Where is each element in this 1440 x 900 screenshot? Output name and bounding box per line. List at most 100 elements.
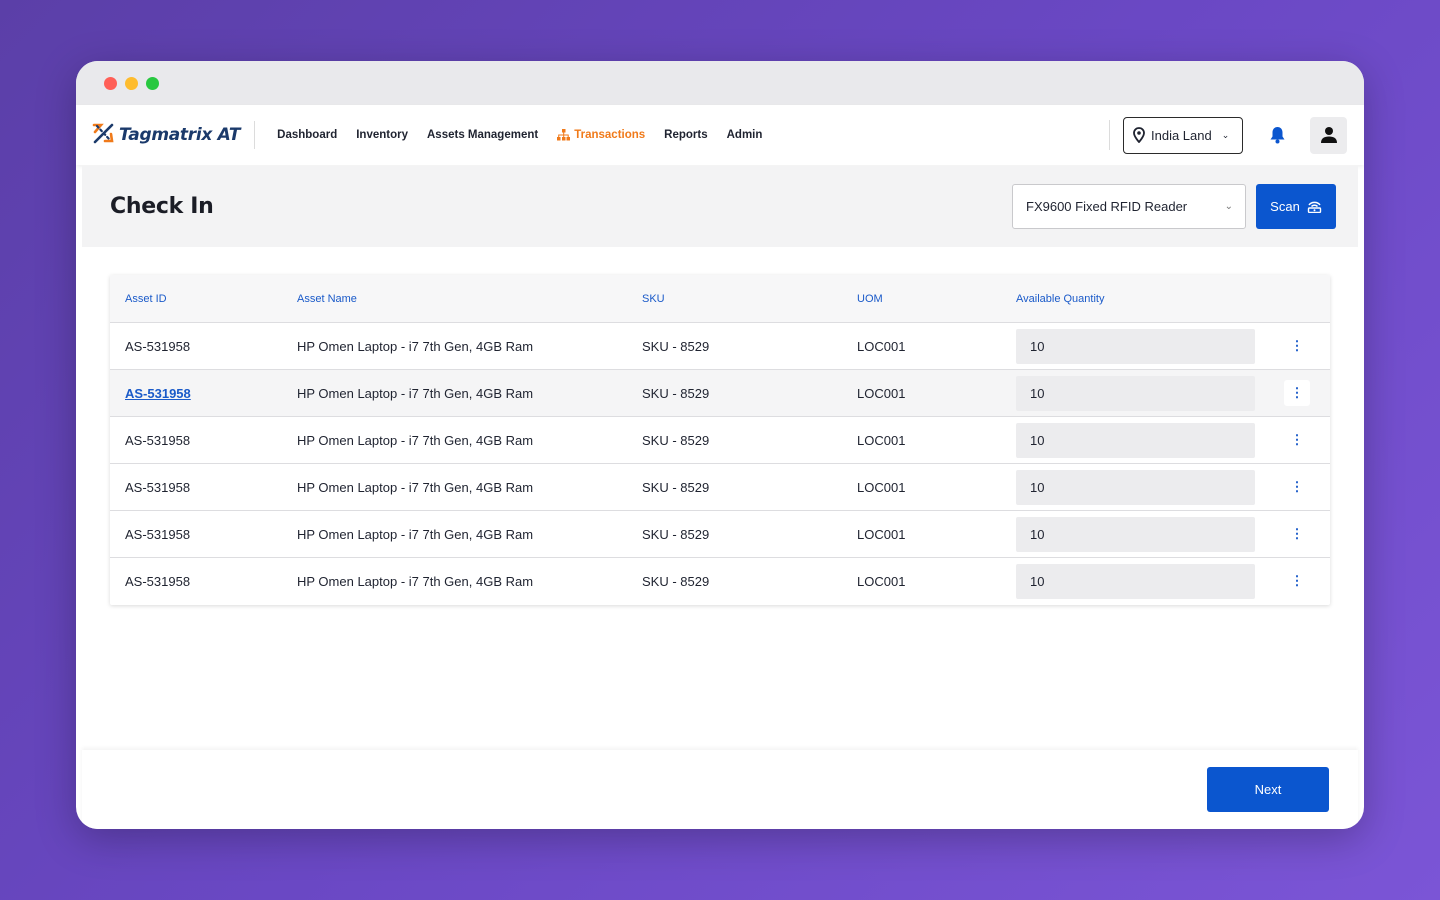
more-options-icon[interactable]: ⋮	[1284, 427, 1310, 453]
asset-name-cell: HP Omen Laptop - i7 7th Gen, 4GB Ram	[297, 385, 534, 401]
logo-text: Tagmatrix AT	[119, 125, 241, 145]
quantity-input[interactable]: 10	[1016, 422, 1255, 458]
maximize-window-button[interactable]	[146, 76, 159, 90]
quantity-input[interactable]: 10	[1016, 563, 1255, 599]
sku-cell: SKU - 8529	[642, 526, 710, 542]
location-selector[interactable]: India Land ⌄	[1123, 116, 1243, 154]
more-options-icon[interactable]: ⋮	[1284, 333, 1310, 359]
quantity-input[interactable]: 10	[1016, 375, 1255, 411]
actions-cell: ⋮	[1264, 521, 1330, 547]
location-label: India Land	[1151, 127, 1212, 143]
uom-cell: LOC001	[857, 432, 906, 448]
asset-id-cell: AS-531958	[125, 432, 191, 448]
page-header: Check In FX9600 Fixed RFID Reader ⌄ Scan	[82, 166, 1358, 247]
logo[interactable]: Tagmatrix AT	[91, 121, 240, 150]
user-avatar-button[interactable]	[1310, 116, 1347, 154]
nav-item-transactions[interactable]: Transactions	[557, 129, 645, 141]
asset-name-cell: HP Omen Laptop - i7 7th Gen, 4GB Ram	[297, 338, 534, 354]
close-window-button[interactable]	[104, 76, 117, 90]
location-pin-icon	[1133, 127, 1145, 143]
actions-cell: ⋮	[1264, 333, 1330, 359]
actions-cell: ⋮	[1264, 380, 1330, 406]
top-navigation: Tagmatrix AT Dashboard Inventory Assets …	[76, 105, 1364, 165]
more-options-icon[interactable]: ⋮	[1284, 474, 1310, 500]
column-header-asset-name[interactable]: Asset Name	[297, 293, 642, 305]
uom-cell: LOC001	[857, 479, 906, 495]
window-titlebar	[76, 61, 1364, 105]
sku-cell: SKU - 8529	[642, 479, 710, 495]
quantity-cell: 10	[1010, 516, 1264, 552]
uom-cell: LOC001	[857, 338, 906, 354]
page-title: Check In	[110, 194, 214, 219]
sku-cell: SKU - 8529	[642, 338, 710, 354]
nav-item-inventory[interactable]: Inventory	[356, 129, 408, 141]
quantity-input[interactable]: 10	[1016, 469, 1255, 505]
sku-cell: SKU - 8529	[642, 385, 710, 401]
quantity-input[interactable]: 10	[1016, 516, 1255, 552]
uom-cell: LOC001	[857, 573, 906, 589]
quantity-cell: 10	[1010, 469, 1264, 505]
more-options-icon[interactable]: ⋮	[1284, 380, 1310, 406]
column-header-uom[interactable]: UOM	[857, 293, 1010, 305]
more-options-icon[interactable]: ⋮	[1284, 568, 1310, 594]
table-row[interactable]: AS-531958 HP Omen Laptop - i7 7th Gen, 4…	[110, 557, 1330, 604]
asset-id-cell: AS-531958	[125, 338, 191, 354]
table-header: Asset ID Asset Name SKU UOM Available Qu…	[110, 275, 1330, 322]
table-row[interactable]: AS-531958 HP Omen Laptop - i7 7th Gen, 4…	[110, 463, 1330, 510]
sku-cell: SKU - 8529	[642, 432, 710, 448]
quantity-cell: 10	[1010, 328, 1264, 364]
table-row[interactable]: AS-531958 HP Omen Laptop - i7 7th Gen, 4…	[110, 369, 1330, 416]
nav-item-assets-management[interactable]: Assets Management	[427, 129, 538, 141]
reader-select[interactable]: FX9600 Fixed RFID Reader ⌄	[1012, 184, 1246, 229]
bell-icon[interactable]	[1267, 125, 1287, 145]
more-options-icon[interactable]: ⋮	[1284, 521, 1310, 547]
asset-name-cell: HP Omen Laptop - i7 7th Gen, 4GB Ram	[297, 526, 534, 542]
quantity-cell: 10	[1010, 422, 1264, 458]
table-row[interactable]: AS-531958 HP Omen Laptop - i7 7th Gen, 4…	[110, 416, 1330, 463]
column-header-sku[interactable]: SKU	[642, 293, 857, 305]
logo-icon	[91, 121, 115, 150]
main-nav: Dashboard Inventory Assets Management Tr…	[277, 129, 762, 141]
hierarchy-icon	[557, 129, 571, 141]
table-row[interactable]: AS-531958 HP Omen Laptop - i7 7th Gen, 4…	[110, 322, 1330, 369]
minimize-window-button[interactable]	[125, 76, 138, 90]
user-icon	[1320, 127, 1337, 143]
table-row[interactable]: AS-531958 HP Omen Laptop - i7 7th Gen, 4…	[110, 510, 1330, 557]
uom-cell: LOC001	[857, 385, 906, 401]
assets-table: Asset ID Asset Name SKU UOM Available Qu…	[110, 275, 1330, 605]
asset-name-cell: HP Omen Laptop - i7 7th Gen, 4GB Ram	[297, 432, 534, 448]
actions-cell: ⋮	[1264, 427, 1330, 453]
nav-item-reports[interactable]: Reports	[664, 129, 707, 141]
quantity-cell: 10	[1010, 375, 1264, 411]
divider	[1109, 120, 1110, 150]
scan-button[interactable]: Scan	[1256, 184, 1336, 229]
asset-id-cell: AS-531958	[125, 573, 191, 589]
rfid-reader-icon	[1307, 201, 1322, 213]
chevron-down-icon: ⌄	[1221, 129, 1230, 140]
next-button[interactable]: Next	[1207, 767, 1329, 812]
asset-name-cell: HP Omen Laptop - i7 7th Gen, 4GB Ram	[297, 573, 534, 589]
app-window: Tagmatrix AT Dashboard Inventory Assets …	[76, 61, 1364, 829]
column-header-available-quantity[interactable]: Available Quantity	[1010, 293, 1264, 305]
column-header-asset-id[interactable]: Asset ID	[110, 293, 297, 305]
asset-id-cell: AS-531958	[125, 479, 191, 495]
reader-select-value: FX9600 Fixed RFID Reader	[1026, 199, 1188, 214]
quantity-input[interactable]: 10	[1016, 328, 1255, 364]
asset-id-cell: AS-531958	[110, 386, 297, 401]
chevron-down-icon: ⌄	[1224, 201, 1233, 212]
scan-button-label: Scan	[1270, 199, 1300, 214]
nav-item-dashboard[interactable]: Dashboard	[277, 129, 337, 141]
nav-item-label: Transactions	[574, 129, 646, 141]
quantity-cell: 10	[1010, 563, 1264, 599]
sku-cell: SKU - 8529	[642, 573, 710, 589]
actions-cell: ⋮	[1264, 474, 1330, 500]
nav-item-admin[interactable]: Admin	[727, 129, 763, 141]
actions-cell: ⋮	[1264, 568, 1330, 594]
asset-name-cell: HP Omen Laptop - i7 7th Gen, 4GB Ram	[297, 479, 534, 495]
uom-cell: LOC001	[857, 526, 906, 542]
asset-id-cell: AS-531958	[125, 526, 191, 542]
asset-id-link[interactable]: AS-531958	[125, 386, 191, 401]
nav-right: India Land ⌄	[1109, 116, 1347, 154]
divider	[254, 121, 256, 149]
footer-bar: Next	[82, 750, 1358, 829]
